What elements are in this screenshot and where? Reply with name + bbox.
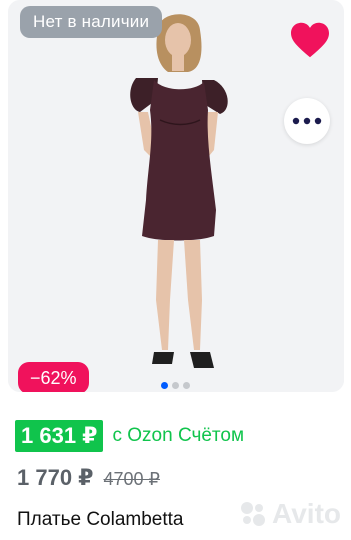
regular-price: 1 770 ₽ <box>17 465 94 490</box>
discount-badge: −62% <box>18 362 89 392</box>
ozon-card-label: с Ozon Счётом <box>112 425 245 446</box>
ozon-card-price: 1 631 ₽ <box>15 420 104 452</box>
card-price-row: 1 631 ₽ с Ozon Счётом <box>15 420 244 452</box>
product-card[interactable]: Нет в наличии −62% <box>8 0 344 392</box>
regular-price-row: 1 770 ₽ 4700 ₽ <box>17 465 160 491</box>
gallery-indicator[interactable] <box>161 382 190 389</box>
favorite-button[interactable] <box>286 18 334 62</box>
gallery-dot-3[interactable] <box>183 382 190 389</box>
out-of-stock-badge: Нет в наличии <box>20 6 163 38</box>
product-title[interactable]: Платье Colambetta <box>17 509 184 531</box>
original-price: 4700 ₽ <box>103 469 160 489</box>
avito-watermark: Avito <box>238 498 341 530</box>
heart-icon <box>291 22 329 58</box>
more-dots-icon <box>292 117 322 125</box>
watermark-text: Avito <box>272 498 341 529</box>
gallery-dot-2[interactable] <box>172 382 179 389</box>
gallery-dot-1[interactable] <box>161 382 168 389</box>
avito-logo-icon <box>241 502 266 526</box>
more-options-button[interactable] <box>284 98 330 144</box>
